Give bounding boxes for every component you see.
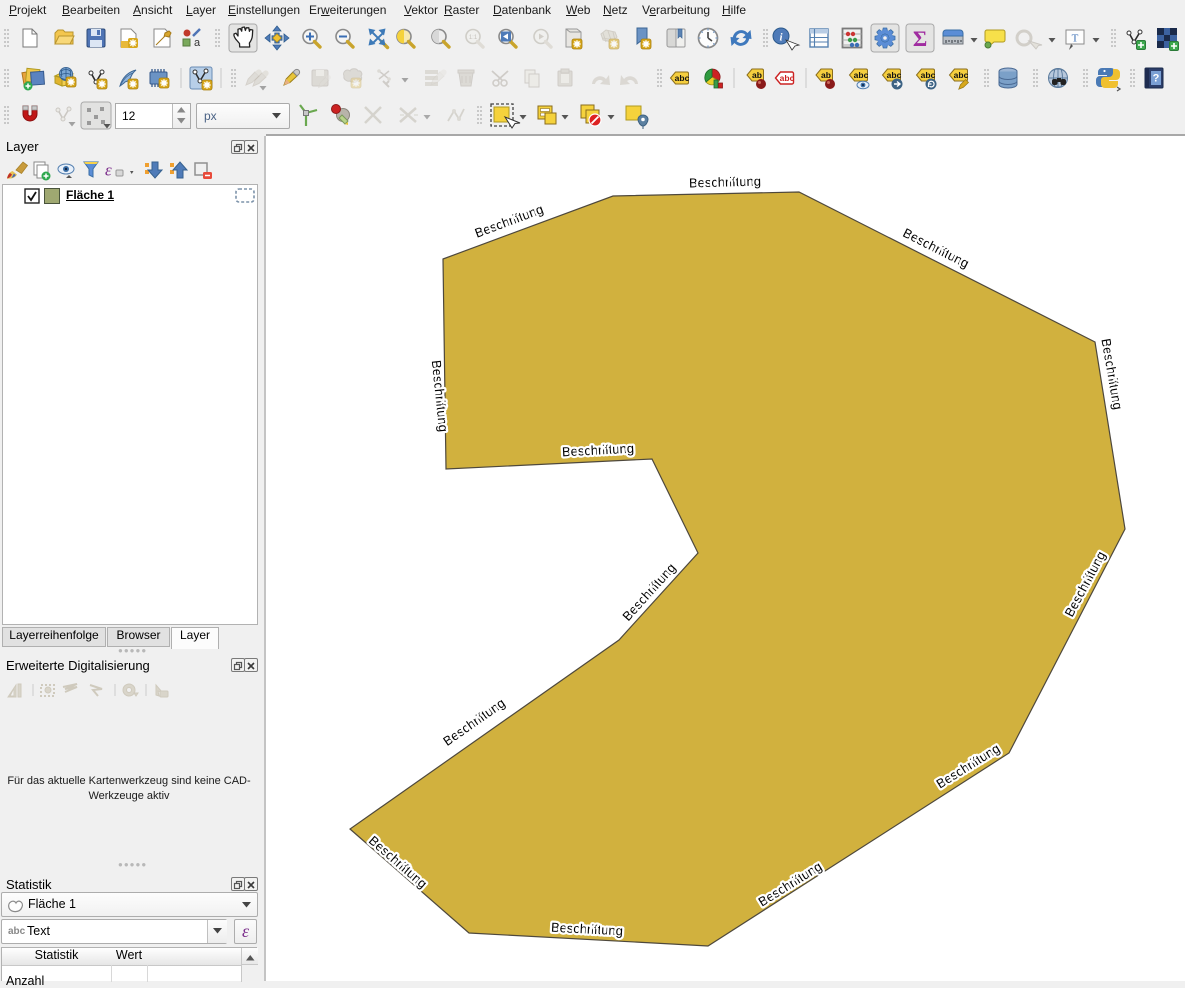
svg-text:ε: ε: [105, 161, 112, 180]
svg-text:Beschriftung: Beschriftung: [689, 174, 761, 191]
svg-text:T: T: [1072, 33, 1079, 45]
svg-text:?: ?: [1153, 73, 1160, 85]
svg-text:1:1: 1:1: [469, 35, 478, 41]
svg-text:Σ: Σ: [913, 26, 927, 51]
svg-text:a: a: [194, 37, 201, 49]
svg-text:abc: abc: [780, 73, 795, 83]
